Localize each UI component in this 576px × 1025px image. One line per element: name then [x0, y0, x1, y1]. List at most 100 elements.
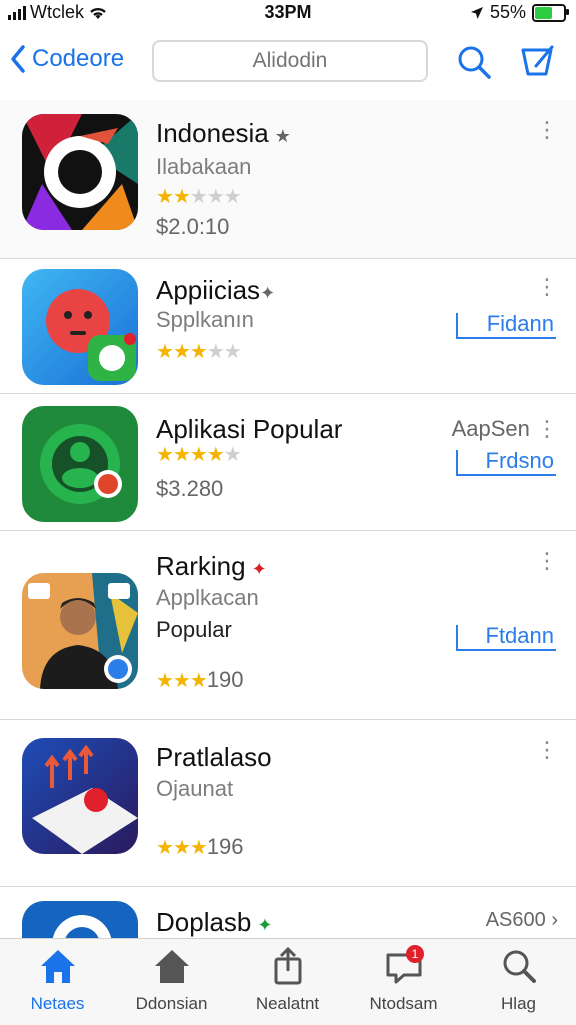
- star-icon: ★: [156, 186, 174, 208]
- star-icon: ★: [223, 186, 242, 208]
- app-subtitle: Ilabakaan: [156, 154, 252, 179]
- list-item[interactable]: Pratlalaso Ojaunat ★★★196 ⋮: [0, 720, 576, 887]
- more-options-icon[interactable]: ⋮: [536, 550, 558, 572]
- tab-browse[interactable]: Ddonsian: [114, 947, 229, 1014]
- more-options-icon[interactable]: ⋮: [536, 739, 558, 761]
- tab-bar: Netaes Ddonsian Nealatnt 1 Ntodsam Hlag: [0, 938, 576, 1025]
- status-bar: Wtclek 33PM 55%: [0, 0, 576, 28]
- app-category-text: AS600: [485, 909, 546, 931]
- house-icon: [154, 950, 189, 983]
- star-icon: ★: [206, 186, 225, 208]
- star-badge-icon: ✦: [251, 559, 267, 579]
- star-icon: ★: [189, 341, 208, 363]
- rating-stars: ★★★★★: [156, 184, 242, 209]
- app-title-text: Indonesia: [156, 118, 269, 148]
- app-title: Rarking ✦: [156, 551, 267, 582]
- app-icon: [22, 406, 138, 522]
- get-button[interactable]: Frdsno: [456, 450, 556, 476]
- star-icon: ★: [223, 444, 242, 466]
- chevron-left-icon: [11, 45, 25, 73]
- list-item[interactable]: Aplikasi Popular AapSen ⋮ ★★★★★ $3.280 F…: [0, 394, 576, 531]
- tab-label: Ntodsam: [369, 994, 438, 1013]
- rating-count: 190: [206, 667, 244, 692]
- tab-label: Ddonsian: [135, 994, 208, 1013]
- tab-label: Netaes: [30, 994, 85, 1013]
- star-icon: ★: [156, 444, 174, 466]
- app-title: Aplikasi Popular: [156, 414, 343, 444]
- search-field[interactable]: [152, 40, 428, 82]
- back-label: Codeore: [32, 45, 125, 72]
- app-title: Appiicias✦: [156, 275, 275, 306]
- get-button[interactable]: Fidann: [456, 313, 556, 339]
- list-item[interactable]: Rarking ✦ Applkacan Popular ★★★190 ⋮ Ftda…: [0, 531, 576, 720]
- rating-count: 196: [206, 834, 244, 859]
- rating-stars: ★★★★★: [156, 339, 242, 364]
- list-item[interactable]: Indonesia ★ Ilabakaan ★★★★★ $2.0:10 ⋮: [0, 100, 576, 259]
- back-button[interactable]: Codeore: [10, 44, 124, 74]
- chevron-right-icon[interactable]: ›: [546, 909, 558, 931]
- app-category-label: AS600 ›: [486, 909, 558, 932]
- app-category-label: AapSen ⋮: [452, 416, 558, 442]
- list-item[interactable]: Appiicias✦ Spplkanın ★★★★★ ⋮ Fidann: [0, 259, 576, 394]
- tab-home[interactable]: Netaes: [0, 947, 115, 1014]
- location-arrow-icon: [470, 6, 483, 19]
- star-icon: ★: [172, 341, 191, 363]
- battery-fill: [535, 6, 552, 19]
- app-title-text: Doplasb: [156, 907, 252, 937]
- star-icon: ★: [189, 444, 208, 466]
- home-icon: [40, 950, 75, 983]
- star-icon: ★: [189, 837, 208, 859]
- more-options-icon[interactable]: ⋮: [530, 416, 558, 441]
- tab-search[interactable]: Hlag: [461, 947, 576, 1014]
- app-price: $3.280: [156, 476, 224, 501]
- star-icon: ★: [156, 837, 174, 859]
- tab-label: Hlag: [501, 994, 536, 1013]
- battery-icon: [532, 3, 569, 22]
- app-subtitle: Ojaunat: [156, 776, 234, 801]
- status-right: 55%: [470, 2, 569, 23]
- app-list: Indonesia ★ Ilabakaan ★★★★★ $2.0:10 ⋮ App…: [0, 100, 576, 947]
- star-icon: ★: [206, 341, 225, 363]
- search-icon: [503, 950, 536, 983]
- star-icon: ★: [223, 341, 242, 363]
- app-icon: [22, 114, 138, 230]
- notification-badge: 1: [406, 945, 424, 963]
- star-icon: ★: [156, 341, 174, 363]
- app-icon: [22, 573, 138, 689]
- star-icon: ★: [156, 670, 174, 692]
- search-icon[interactable]: [456, 44, 492, 80]
- rating-stars: ★★★★★: [156, 442, 242, 467]
- app-title: Indonesia ★: [156, 118, 291, 149]
- app-title: Pratlalaso: [156, 742, 272, 772]
- app-subtitle: Spplkanın: [156, 307, 254, 332]
- star-icon: ★: [189, 186, 208, 208]
- star-icon: ★: [206, 444, 225, 466]
- more-options-icon[interactable]: ⋮: [536, 276, 558, 298]
- more-options-icon[interactable]: ⋮: [536, 119, 558, 141]
- star-icon: ★: [172, 670, 191, 692]
- star-icon: ★: [172, 444, 191, 466]
- tab-label: Nealatnt: [255, 994, 320, 1013]
- app-subtitle-secondary: Popular: [156, 617, 232, 642]
- star-badge-icon: ✦: [260, 283, 276, 303]
- app-subtitle: Applkacan: [156, 585, 259, 610]
- star-badge-icon: ✦: [257, 915, 273, 935]
- star-badge-icon: ★: [274, 126, 291, 146]
- tab-messages[interactable]: 1 Ntodsam: [346, 945, 461, 1014]
- share-icon: [274, 946, 301, 985]
- app-title-text: Rarking: [156, 551, 246, 581]
- star-icon: ★: [189, 670, 208, 692]
- search-input[interactable]: [154, 48, 426, 74]
- app-title: Doplasb ✦: [156, 907, 273, 938]
- compose-icon[interactable]: [518, 44, 556, 80]
- app-category-text: AapSen: [451, 416, 530, 441]
- battery-percent: 55%: [489, 2, 526, 22]
- app-icon: [22, 738, 138, 854]
- app-icon: [22, 269, 138, 385]
- rating-stars: ★★★190: [156, 667, 244, 693]
- star-icon: ★: [172, 837, 191, 859]
- star-icon: ★: [172, 186, 191, 208]
- get-button[interactable]: Ftdann: [456, 625, 556, 651]
- app-price: $2.0:10: [156, 214, 230, 239]
- tab-share[interactable]: Nealatnt: [230, 946, 345, 1014]
